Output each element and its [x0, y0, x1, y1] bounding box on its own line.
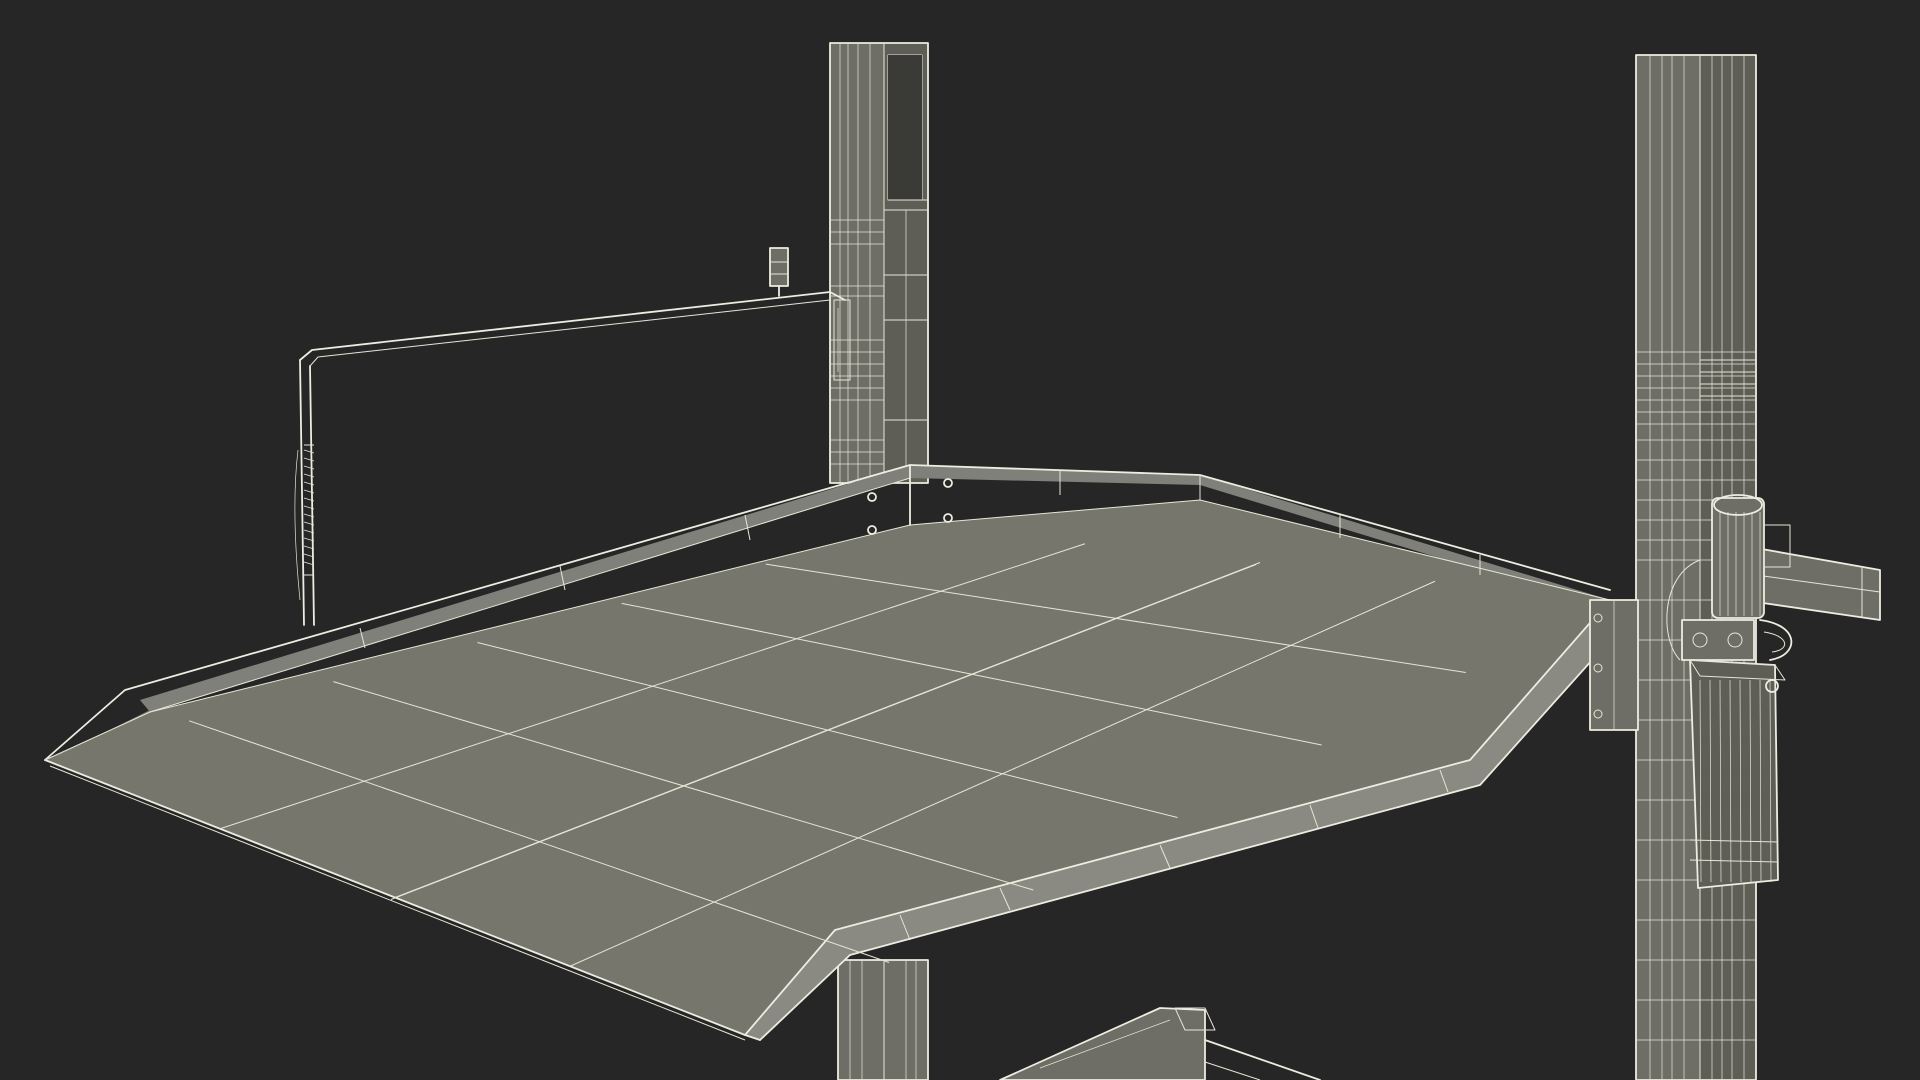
lift-scene: .w { fill: none; stroke: #e6e6d6; stroke… [44, 42, 1881, 1080]
platform [44, 464, 1639, 1041]
bottom-cross-beam [999, 1007, 1321, 1080]
left-post [829, 42, 929, 484]
render-viewport: .w { fill: none; stroke: #e6e6d6; stroke… [0, 0, 1920, 1080]
left-post-lower [837, 959, 929, 1080]
rear-extension [1755, 547, 1881, 621]
